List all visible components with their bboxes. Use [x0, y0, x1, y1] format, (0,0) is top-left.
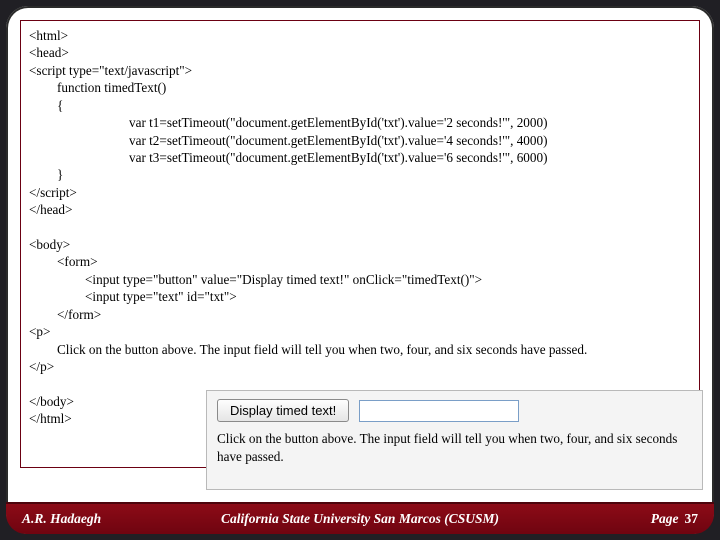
code-line: <form>	[29, 253, 691, 270]
preview-form-row: Display timed text!	[217, 399, 692, 422]
code-line: var t3=setTimeout("document.getElementBy…	[29, 149, 691, 166]
preview-caption: Click on the button above. The input fie…	[217, 430, 692, 466]
code-line: </head>	[29, 201, 691, 218]
page-label: Page	[651, 511, 679, 527]
code-line: </form>	[29, 306, 691, 323]
code-line: {	[29, 97, 691, 114]
footer-page: Page 37	[651, 511, 698, 527]
browser-preview-panel: Display timed text! Click on the button …	[206, 390, 703, 490]
code-line: var t1=setTimeout("document.getElementBy…	[29, 114, 691, 131]
code-line: <html>	[29, 27, 691, 44]
code-line: <input type="text" id="txt">	[29, 288, 691, 305]
code-line	[29, 219, 691, 236]
code-line: <body>	[29, 236, 691, 253]
code-line: </script>	[29, 184, 691, 201]
code-line: <script type="text/javascript">	[29, 62, 691, 79]
code-line: var t2=setTimeout("document.getElementBy…	[29, 132, 691, 149]
code-line: <head>	[29, 44, 691, 61]
footer-institution: California State University San Marcos (…	[221, 511, 499, 527]
txt-output-input[interactable]	[359, 400, 519, 422]
display-timed-text-button[interactable]: Display timed text!	[217, 399, 349, 422]
code-line: Click on the button above. The input fie…	[29, 341, 691, 358]
page-number: 37	[685, 511, 699, 527]
code-line: <p>	[29, 323, 691, 340]
code-line: }	[29, 166, 691, 183]
code-line: <input type="button" value="Display time…	[29, 271, 691, 288]
code-line: function timedText()	[29, 79, 691, 96]
footer-author: A.R. Hadaegh	[22, 511, 101, 527]
slide-frame: <html> <head> <script type="text/javascr…	[6, 6, 714, 534]
slide-footer: A.R. Hadaegh California State University…	[6, 502, 714, 534]
code-line: </p>	[29, 358, 691, 375]
